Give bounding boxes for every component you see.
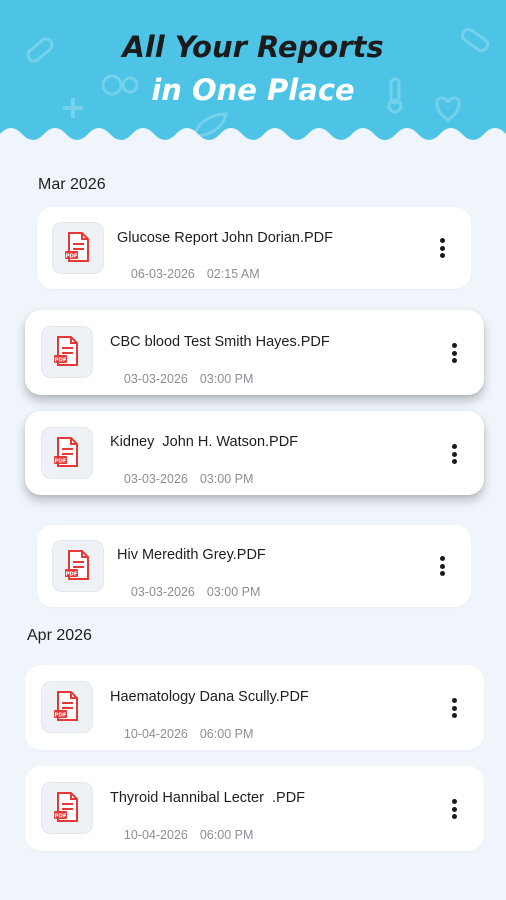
report-date: 03-03-2026 [123,472,188,486]
month-heading: Mar 2026 [38,176,106,193]
report-date: 10-04-2026 [123,727,188,741]
report-title: Thyroid Hannibal Lecter .PDF [110,790,306,806]
report-date: 03-03-2026 [123,372,188,386]
report-date: 03-03-2026 [130,585,195,599]
svg-text:PDF: PDF [65,572,78,578]
svg-text:PDF: PDF [54,814,67,820]
more-options-icon[interactable] [444,441,464,467]
headline-line-1: All Your Reports [122,30,384,64]
report-date: 10-04-2026 [123,828,188,842]
header-wave [0,128,506,150]
report-datetime: 10-04-2026 06:00 PM [110,814,253,856]
report-title: CBC blood Test Smith Hayes.PDF [110,334,330,350]
report-title: Hiv Meredith Grey.PDF [117,547,266,563]
report-card[interactable]: PDF CBC blood Test Smith Hayes.PDF 03-03… [25,310,484,395]
report-time: 03:00 PM [206,585,261,599]
report-time: 02:15 AM [206,267,260,281]
report-time: 06:00 PM [199,828,254,842]
svg-text:PDF: PDF [54,459,67,465]
pdf-file-icon: PDF [41,326,93,378]
report-card[interactable]: PDF Kidney John H. Watson.PDF 03-03-2026… [25,411,484,495]
pdf-file-icon: PDF [41,427,93,479]
more-options-icon[interactable] [444,695,464,721]
header-banner: All Your Reports in One Place [0,0,506,150]
report-title: Kidney John H. Watson.PDF [110,434,299,450]
report-card[interactable]: PDF Hiv Meredith Grey.PDF 03-03-2026 03:0… [37,525,471,607]
pdf-file-icon: PDF [52,222,104,274]
more-options-icon[interactable] [444,796,464,822]
pdf-file-icon: PDF [52,540,104,592]
report-time: 03:00 PM [199,372,254,386]
report-datetime: 06-03-2026 02:15 AM [117,253,260,295]
pdf-file-icon: PDF [41,681,93,733]
headline-line-2: in One Place [151,73,355,107]
more-options-icon[interactable] [432,553,452,579]
report-datetime: 03-03-2026 03:00 PM [110,358,253,400]
pdf-file-icon: PDF [41,782,93,834]
report-datetime: 03-03-2026 03:00 PM [110,458,253,500]
svg-text:PDF: PDF [54,358,67,364]
report-card[interactable]: PDF Haematology Dana Scully.PDF 10-04-20… [25,665,484,750]
more-options-icon[interactable] [432,235,452,261]
report-time: 03:00 PM [199,472,254,486]
report-title: Haematology Dana Scully.PDF [110,689,309,705]
svg-text:PDF: PDF [65,254,78,260]
report-card[interactable]: PDF Glucose Report John Dorian.PDF 06-03… [37,207,471,289]
report-date: 06-03-2026 [130,267,195,281]
report-title: Glucose Report John Dorian.PDF [117,230,333,246]
report-datetime: 10-04-2026 06:00 PM [110,713,253,755]
report-datetime: 03-03-2026 03:00 PM [117,571,260,613]
report-time: 06:00 PM [199,727,254,741]
month-heading: Apr 2026 [27,627,92,644]
svg-text:PDF: PDF [54,713,67,719]
report-card[interactable]: PDF Thyroid Hannibal Lecter .PDF 10-04-2… [25,766,484,851]
more-options-icon[interactable] [444,340,464,366]
